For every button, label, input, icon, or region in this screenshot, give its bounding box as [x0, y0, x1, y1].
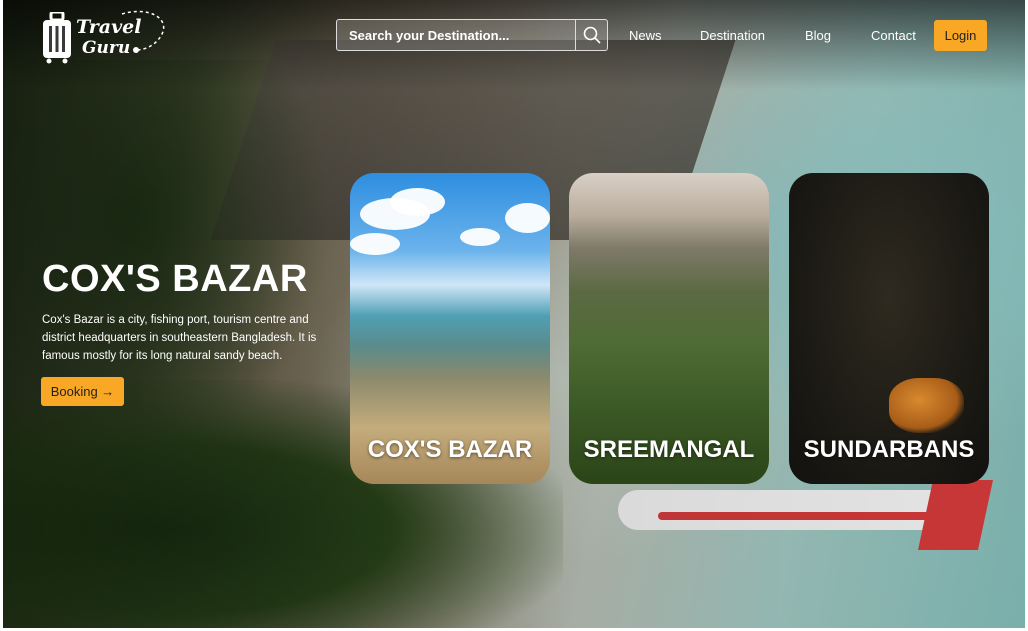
nav-contact[interactable]: Contact [871, 28, 916, 43]
hero-title: COX'S BAZAR [42, 258, 308, 300]
search-icon [583, 26, 601, 44]
destination-card-sundarbans[interactable]: SUNDARBANS [789, 173, 989, 484]
search-button[interactable] [576, 19, 608, 51]
card-label: COX'S BAZAR [367, 436, 533, 463]
nav-destination[interactable]: Destination [700, 28, 765, 43]
search-bar [336, 19, 608, 51]
nav-blog[interactable]: Blog [805, 28, 831, 43]
nav-news[interactable]: News [629, 28, 662, 43]
destination-card-sreemangal[interactable]: SREEMANGAL [569, 173, 769, 484]
flight-path-icon [121, 10, 165, 53]
destination-card-coxs-bazar[interactable]: COX'S BAZAR [350, 173, 550, 484]
card-label: SREEMANGAL [583, 436, 755, 463]
card-label: SUNDARBANS [803, 436, 975, 463]
hero-description: Cox's Bazar is a city, fishing port, tou… [42, 314, 317, 362]
tiger-image [889, 378, 964, 433]
booking-button[interactable]: Booking → [41, 377, 124, 406]
login-button[interactable]: Login [934, 20, 987, 51]
suitcase-icon [43, 12, 71, 64]
travel-guru-logo[interactable]: Travel Guru [42, 8, 167, 66]
search-input[interactable] [336, 19, 576, 51]
